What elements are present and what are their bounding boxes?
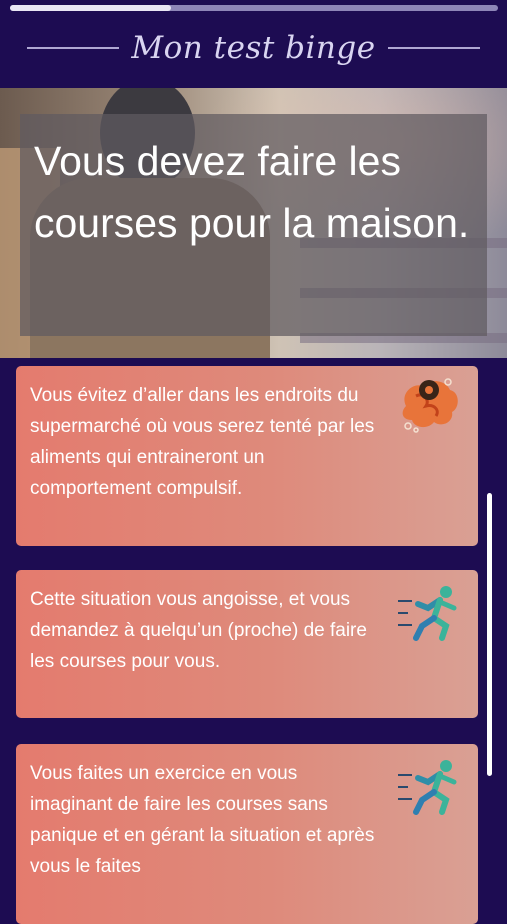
question-text: Vous devez faire les courses pour la mai… <box>34 138 470 246</box>
answer-text: Vous faites un exercice en vous imaginan… <box>30 763 375 877</box>
app-title: Mon test binge <box>131 30 376 66</box>
progress-bar <box>10 5 498 11</box>
answer-option-3[interactable]: Vous faites un exercice en vous imaginan… <box>16 744 478 924</box>
answer-option-2[interactable]: Cette situation vous angoisse, et vous d… <box>16 570 478 718</box>
brain-gear-icon <box>402 378 458 433</box>
answer-option-1[interactable]: Vous évitez d’aller dans les endroits du… <box>16 366 478 546</box>
app-header: Mon test binge <box>0 24 507 72</box>
answer-text: Cette situation vous angoisse, et vous d… <box>30 589 367 672</box>
title-rule-left <box>27 47 120 49</box>
title-rule-right <box>387 47 480 49</box>
running-person-icon <box>398 586 457 641</box>
scrollbar[interactable] <box>487 493 492 776</box>
answer-text: Vous évitez d’aller dans les endroits du… <box>30 385 375 499</box>
running-person-icon <box>398 760 457 815</box>
progress-bar-fill <box>10 5 172 11</box>
